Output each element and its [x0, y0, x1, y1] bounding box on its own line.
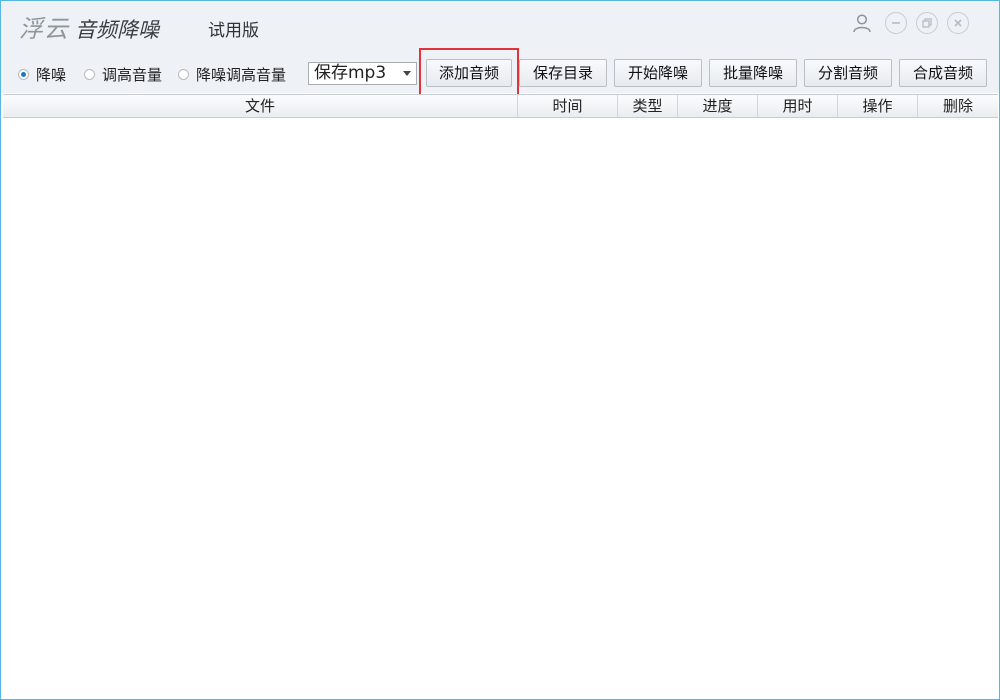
- table-header: 文件 时间 类型 进度 用时 操作 删除: [3, 94, 998, 118]
- batch-denoise-button[interactable]: 批量降噪: [709, 59, 797, 87]
- split-audio-button[interactable]: 分割音频: [804, 59, 892, 87]
- dropdown-arrow-icon: [403, 71, 411, 76]
- add-audio-button[interactable]: 添加音频: [426, 59, 512, 87]
- column-header-elapsed[interactable]: 用时: [758, 95, 838, 117]
- column-header-progress[interactable]: 进度: [678, 95, 758, 117]
- app-logo: 浮云 音频降噪: [19, 9, 159, 44]
- close-icon[interactable]: [947, 12, 969, 34]
- app-window: 浮云 音频降噪 试用版 降噪 调高音量 降噪调高音量 保存mp3 添加音频 保存…: [0, 0, 1000, 700]
- title-bar: 浮云 音频降噪 试用版: [1, 1, 999, 53]
- radio-dot: [84, 69, 95, 80]
- mode-label: 调高音量: [102, 66, 163, 84]
- column-header-action[interactable]: 操作: [838, 95, 918, 117]
- save-directory-button[interactable]: 保存目录: [519, 59, 607, 87]
- app-name-strong: 音频降噪: [75, 18, 159, 42]
- radio-dot: [18, 69, 29, 80]
- format-select-value: 保存mp3: [314, 63, 387, 83]
- mode-radio-volume-up[interactable]: 调高音量: [84, 64, 162, 85]
- column-header-delete[interactable]: 删除: [918, 95, 998, 117]
- minimize-icon[interactable]: [885, 12, 907, 34]
- toolbar: 降噪 调高音量 降噪调高音量 保存mp3 添加音频 保存目录 开始降噪 批量降噪…: [1, 48, 999, 96]
- column-header-type[interactable]: 类型: [618, 95, 678, 117]
- app-name-light: 浮云: [19, 15, 69, 43]
- start-denoise-button[interactable]: 开始降噪: [614, 59, 702, 87]
- column-header-file[interactable]: 文件: [3, 95, 518, 117]
- format-select[interactable]: 保存mp3: [308, 62, 417, 85]
- edition-label: 试用版: [208, 21, 259, 41]
- merge-audio-button[interactable]: 合成音频: [899, 59, 987, 87]
- mode-label: 降噪: [36, 66, 67, 84]
- mode-label: 降噪调高音量: [196, 66, 287, 84]
- radio-dot: [178, 69, 189, 80]
- mode-radio-denoise[interactable]: 降噪: [18, 64, 66, 85]
- column-header-time[interactable]: 时间: [518, 95, 618, 117]
- restore-icon[interactable]: [916, 12, 938, 34]
- user-icon[interactable]: [851, 12, 873, 34]
- file-list[interactable]: [3, 118, 998, 698]
- mode-radio-denoise-volume-up[interactable]: 降噪调高音量: [178, 64, 286, 85]
